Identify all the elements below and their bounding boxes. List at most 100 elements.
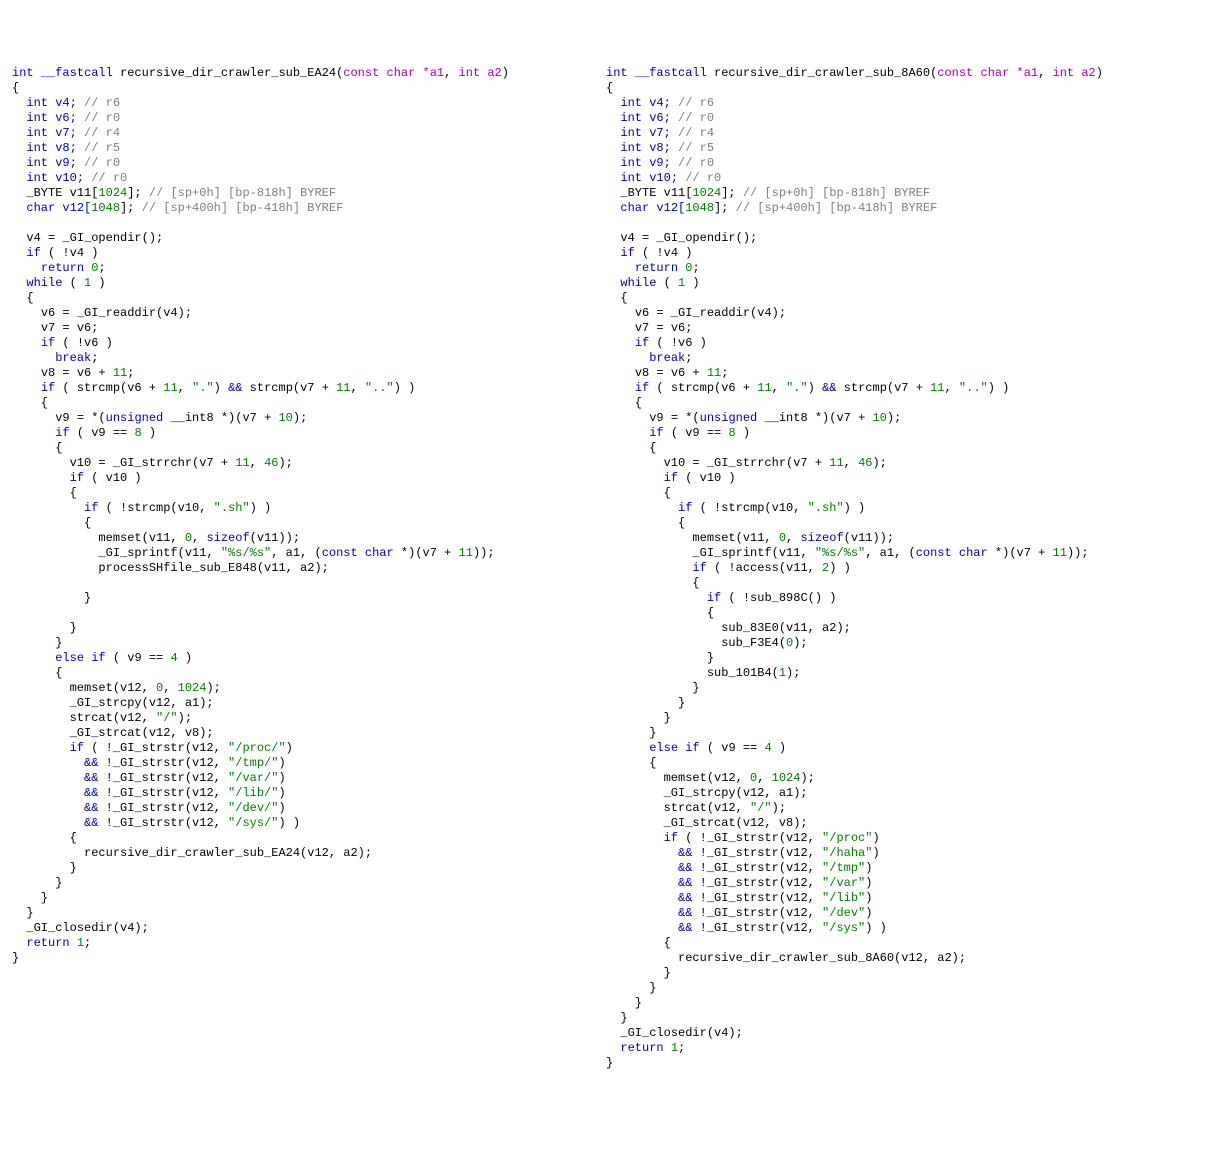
code-str: ".." <box>959 381 988 395</box>
code-txt: ( v10 ) <box>84 471 142 485</box>
code-kw: && <box>84 786 98 800</box>
code-txt: _GI_sprintf(v11, <box>98 546 220 560</box>
code-num: 1048 <box>91 201 120 215</box>
code-txt <box>70 936 77 950</box>
code-str: "/" <box>750 801 772 815</box>
code-txt: ( !access(v11, <box>707 561 822 575</box>
code-decl: int v9; <box>26 156 84 170</box>
code-decl: char v12[ <box>26 201 91 215</box>
code-txt: _GI_sprintf(v11, <box>692 546 814 560</box>
code-txt: ( !strcmp(v10, <box>98 501 213 515</box>
code-comment: // r5 <box>84 141 120 155</box>
code-txt: ); <box>800 771 814 785</box>
code-txt: v8 = v6 + <box>41 366 113 380</box>
code-txt: ) <box>278 801 285 815</box>
code-decl: int v4; <box>26 96 84 110</box>
code-txt: ) <box>91 276 105 290</box>
code-kw: && <box>84 816 98 830</box>
code-txt: ) ) <box>394 381 416 395</box>
code-str: "/sys/" <box>228 816 278 830</box>
code-txt: strcat(v12, <box>664 801 750 815</box>
code-num: 1 <box>77 936 84 950</box>
code-txt: ) <box>865 861 872 875</box>
code-txt: ) <box>278 756 285 770</box>
code-txt: ; <box>127 366 134 380</box>
code-str: "." <box>786 381 808 395</box>
code-txt: ( v9 == <box>664 426 729 440</box>
code-txt: , <box>786 531 800 545</box>
code-txt: ) <box>872 846 879 860</box>
code-txt: ) <box>178 651 192 665</box>
code-kw: return <box>620 1041 663 1055</box>
code-txt: , <box>757 771 771 785</box>
code-line: _GI_strcpy(v12, a1); <box>70 696 214 710</box>
code-num: 1024 <box>98 186 127 200</box>
code-line: v6 = _GI_readdir(v4); <box>41 306 192 320</box>
code-txt: ) ) <box>988 381 1010 395</box>
func-name: recursive_dir_crawler_sub_8A60 <box>714 66 930 80</box>
code-decl: char v12[ <box>620 201 685 215</box>
code-txt: memset(v11, <box>98 531 184 545</box>
code-kw: if <box>664 471 678 485</box>
code-decl: int v6; <box>620 111 678 125</box>
code-comment: // [sp+0h] [bp-818h] BYREF <box>149 186 336 200</box>
code-decl: int v10; <box>26 171 91 185</box>
code-kw: sizeof <box>206 531 249 545</box>
code-str: "/var" <box>822 876 865 890</box>
code-txt: ) ) <box>844 501 866 515</box>
code-str: "/tmp" <box>822 861 865 875</box>
code-str: "/var/" <box>228 771 278 785</box>
code-kw: if <box>70 741 84 755</box>
code-txt: strcmp(v7 + <box>242 381 336 395</box>
code-txt: ) <box>685 276 699 290</box>
code-txt: memset(v12, <box>70 681 156 695</box>
code-txt: , a1, ( <box>271 546 321 560</box>
code-txt: ( strcmp(v6 + <box>649 381 757 395</box>
code-kw: if <box>41 336 55 350</box>
code-txt: ( v9 == <box>106 651 171 665</box>
code-txt: ]; <box>721 186 743 200</box>
code-str: "/proc" <box>822 831 872 845</box>
code-kw: if <box>620 246 634 260</box>
code-txt: ) <box>772 741 786 755</box>
code-num: 1024 <box>692 186 721 200</box>
code-txt: ( strcmp(v6 + <box>55 381 163 395</box>
code-txt: v10 = _GI_strrchr(v7 + <box>70 456 236 470</box>
param-name: a2 <box>1081 66 1095 80</box>
code-txt: ) <box>278 786 285 800</box>
code-kw: if <box>70 471 84 485</box>
code-line: sub_83E0(v11, a2); <box>721 621 851 635</box>
code-decl: int v7; <box>26 126 84 140</box>
code-kw: && <box>678 891 692 905</box>
code-txt: !_GI_strstr(v12, <box>98 816 228 830</box>
code-num: 11 <box>930 381 944 395</box>
code-decl: int v8; <box>26 141 84 155</box>
code-kw: sizeof <box>800 531 843 545</box>
code-txt: ( !v6 ) <box>649 336 707 350</box>
code-line: recursive_dir_crawler_sub_EA24(v12, a2); <box>84 846 372 860</box>
code-kw: while <box>620 276 656 290</box>
code-line: _GI_strcat(v12, v8); <box>664 816 808 830</box>
code-txt: ); <box>178 711 192 725</box>
code-kw: const <box>322 546 358 560</box>
code-txt: , <box>351 381 365 395</box>
code-txt: strcmp(v7 + <box>836 381 930 395</box>
code-txt: ; <box>721 366 728 380</box>
code-txt: ); <box>206 681 220 695</box>
code-num: 11 <box>113 366 127 380</box>
code-str: "/proc/" <box>228 741 286 755</box>
code-txt: (v11)); <box>250 531 300 545</box>
code-num: 11 <box>829 456 843 470</box>
code-kw: if <box>692 561 706 575</box>
code-txt: memset(v11, <box>692 531 778 545</box>
code-txt: ) <box>142 426 156 440</box>
code-str: "/lib" <box>822 891 865 905</box>
code-kw: else if <box>55 651 105 665</box>
right-code-pane: int __fastcall recursive_dir_crawler_sub… <box>594 64 1188 1073</box>
code-txt: ) <box>872 831 879 845</box>
code-txt: *)(v7 + <box>394 546 459 560</box>
code-num: 4 <box>764 741 771 755</box>
param-type: const <box>343 66 379 80</box>
code-txt: ) ) <box>829 561 851 575</box>
code-txt: ; <box>685 351 692 365</box>
